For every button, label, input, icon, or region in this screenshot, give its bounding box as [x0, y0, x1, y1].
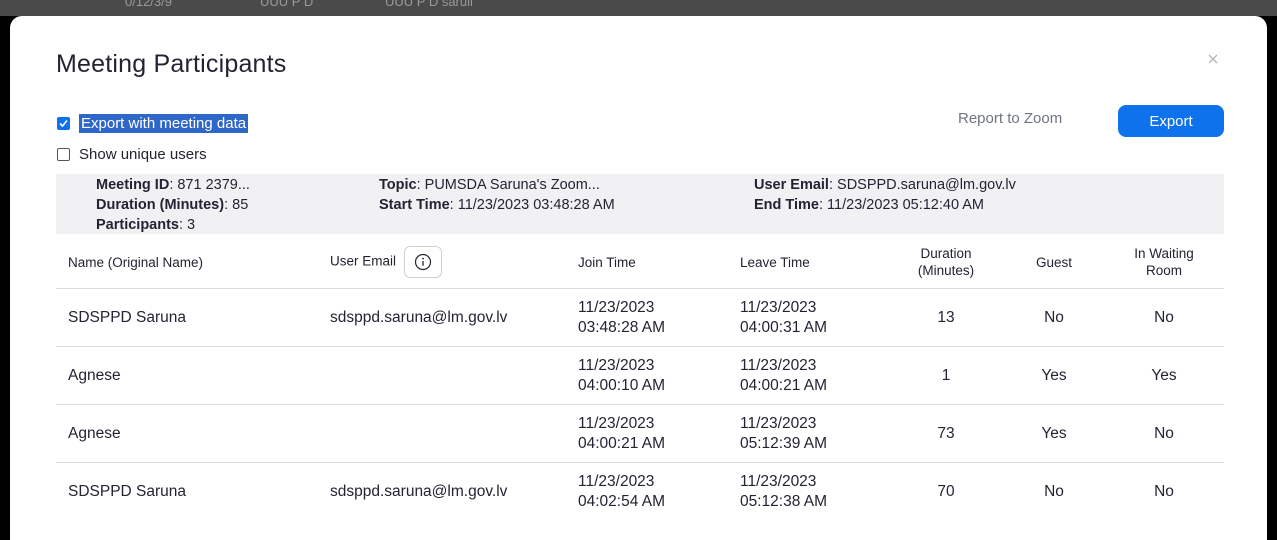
summary-end-time: End Time: 11/23/2023 05:12:40 AM: [754, 197, 985, 213]
background-text: 0/12/3/9: [125, 0, 172, 9]
header-duration: Duration (Minutes): [888, 236, 1004, 289]
cell-email: sdsppd.saruna@lm.gov.lv: [318, 288, 566, 347]
header-join-time: Join Time: [566, 236, 728, 289]
close-button[interactable]: [1204, 50, 1222, 68]
cell-guest: Yes: [1004, 346, 1104, 405]
header-email-label: User Email: [330, 253, 397, 269]
checkbox-unchecked-icon[interactable]: [57, 147, 70, 161]
cell-name: SDSPPD Saruna: [68, 482, 187, 500]
info-icon: [414, 253, 431, 271]
cell-waiting-room: Yes: [1104, 346, 1224, 405]
summary-meeting-id: Meeting ID: 871 2379...: [96, 177, 250, 193]
cell-name: SDSPPD Saruna: [56, 288, 318, 347]
participants-table: Name (Original Name) User Email Join Tim…: [56, 236, 1224, 520]
table-header-row: Name (Original Name) User Email Join Tim…: [56, 236, 1224, 289]
header-guest: Guest: [1004, 236, 1104, 289]
cell-waiting-room: No: [1154, 482, 1174, 500]
cell-guest: No: [1044, 482, 1064, 500]
cell-leave-time: 11/23/2023 04:00:21 AM: [728, 346, 888, 405]
checkbox-checked-icon[interactable]: [57, 116, 70, 130]
summary-participants: Participants: 3: [96, 217, 196, 233]
report-to-zoom-link[interactable]: Report to Zoom: [958, 110, 1062, 127]
cell-email: [318, 404, 566, 463]
cell-duration: 73: [888, 404, 1004, 463]
cell-leave-time: 11/23/2023 04:00:31 AM: [728, 288, 888, 347]
background-app-strip: 0/12/3/9 UUU P D UUU P D saruii: [0, 0, 1277, 16]
summary-user-email: User Email: SDSPPD.saruna@lm.gov.lv: [754, 177, 1016, 193]
cell-duration: 13: [888, 288, 1004, 347]
summary-duration: Duration (Minutes): 85: [96, 197, 249, 213]
close-icon: [1208, 54, 1218, 64]
cell-guest: Yes: [1004, 404, 1104, 463]
email-info-button[interactable]: [403, 246, 442, 278]
cell-duration: 70: [937, 482, 955, 500]
export-button[interactable]: Export: [1118, 105, 1224, 137]
cell-name: Agnese: [56, 404, 318, 463]
show-unique-users-checkbox[interactable]: Show unique users: [57, 144, 207, 164]
meeting-participants-dialog: Meeting Participants Export with meeting…: [10, 16, 1267, 540]
table-row: SDSPPD Saruna sdsppd.saruna@lm.gov.lv 11…: [56, 463, 1224, 521]
cell-leave-time: 11/23/2023 05:12:39 AM: [728, 404, 888, 463]
table-row: Agnese 11/23/2023 04:00:21 AM 11/23/2023 0…: [56, 404, 1224, 463]
summary-topic: Topic: PUMSDA Saruna's Zoom...: [379, 177, 600, 193]
cell-waiting-room: No: [1104, 288, 1224, 347]
cell-join-time: 11/23/2023 03:48:28 AM: [566, 288, 728, 347]
header-waiting-room: In Waiting Room: [1104, 236, 1224, 289]
cell-join-time: 11/23/2023 04:00:10 AM: [566, 346, 728, 405]
background-text: UUU P D saruii: [385, 0, 473, 9]
cell-waiting-room: No: [1104, 404, 1224, 463]
header-name: Name (Original Name): [56, 236, 318, 289]
dialog-title: Meeting Participants: [56, 50, 287, 78]
cell-duration: 1: [888, 346, 1004, 405]
export-with-meeting-data-label: Export with meeting data: [79, 113, 249, 133]
cell-leave-time: 11/23/2023 05:12:38 AM: [740, 472, 828, 510]
table-row: SDSPPD Saruna sdsppd.saruna@lm.gov.lv 11…: [56, 288, 1224, 347]
export-with-meeting-data-checkbox[interactable]: Export with meeting data: [57, 113, 249, 133]
header-leave-time: Leave Time: [728, 236, 888, 289]
meeting-summary: Meeting ID: 871 2379... Duration (Minute…: [56, 174, 1224, 234]
header-email: User Email: [318, 236, 566, 289]
cell-guest: No: [1004, 288, 1104, 347]
cell-join-time: 11/23/2023 04:02:54 AM: [578, 472, 666, 510]
cell-join-time: 11/23/2023 04:00:21 AM: [566, 404, 728, 463]
cell-name: Agnese: [56, 346, 318, 405]
summary-start-time: Start Time: 11/23/2023 03:48:28 AM: [379, 197, 615, 213]
cell-email: sdsppd.saruna@lm.gov.lv: [330, 482, 508, 500]
background-text: UUU P D: [260, 0, 314, 9]
show-unique-users-label: Show unique users: [79, 145, 207, 163]
table-row: Agnese 11/23/2023 04:00:10 AM 11/23/2023 0…: [56, 346, 1224, 405]
cell-email: [318, 346, 566, 405]
